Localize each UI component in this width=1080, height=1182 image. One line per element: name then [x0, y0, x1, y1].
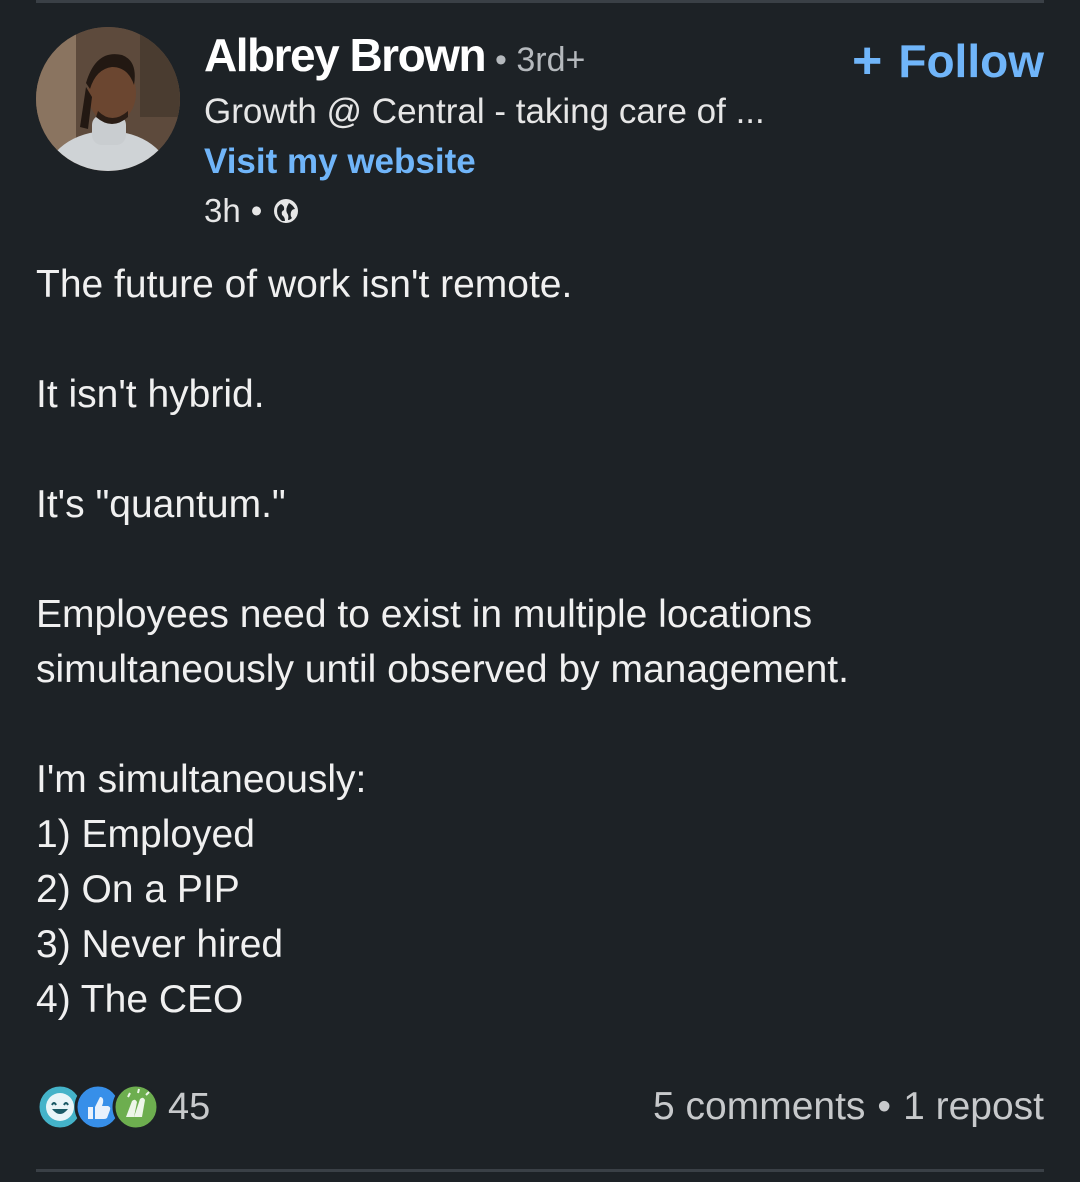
post-meta: 3h • — [204, 188, 824, 234]
author-headline: Growth @ Central - taking care of ... — [204, 92, 765, 131]
post-line: Employees need to exist in multiple loca… — [36, 593, 849, 691]
avatar-photo — [36, 27, 180, 171]
post-time: 3h — [204, 192, 241, 229]
post-text: The future of work isn't remote. It isn'… — [36, 257, 1046, 1027]
comments-count-link[interactable]: 5 comments — [653, 1085, 865, 1128]
reposts-count-link[interactable]: 1 repost — [903, 1085, 1044, 1128]
post-line: The future of work isn't remote. — [36, 263, 573, 306]
follow-button[interactable]: + Follow — [852, 34, 1044, 88]
top-divider — [36, 0, 1044, 3]
author-name[interactable]: Albrey Brown — [204, 28, 487, 82]
meta-separator: • — [250, 192, 263, 229]
engagement-counts: 5 comments • 1 repost — [653, 1085, 1044, 1129]
post-line: It's "quantum." — [36, 483, 286, 526]
follow-label: Follow — [898, 35, 1044, 87]
list-item: 3) Never hired — [36, 923, 284, 966]
list-item: 1) Employed — [36, 813, 255, 856]
bottom-divider — [36, 1169, 1044, 1172]
globe-icon — [274, 199, 299, 223]
celebrate-reaction-icon — [112, 1083, 160, 1131]
social-counts-bar: 45 5 comments • 1 repost — [36, 1080, 1044, 1134]
author-info: Albrey Brown • 3rd+ Growth @ Central - t… — [204, 28, 824, 234]
plus-icon: + — [851, 32, 883, 90]
list-item: 2) On a PIP — [36, 868, 240, 911]
reaction-icons — [36, 1083, 160, 1131]
counts-separator: • — [877, 1085, 892, 1128]
avatar[interactable] — [36, 27, 180, 171]
reactions-summary[interactable]: 45 — [36, 1083, 210, 1131]
visit-website-link[interactable]: Visit my website — [204, 136, 824, 188]
connection-degree: • 3rd+ — [495, 41, 586, 79]
post-line: I'm simultaneously: — [36, 758, 367, 801]
post-line: It isn't hybrid. — [36, 373, 265, 416]
list-item: 4) The CEO — [36, 978, 244, 1021]
reaction-count: 45 — [168, 1085, 211, 1128]
author-name-row: Albrey Brown • 3rd+ — [204, 28, 824, 86]
